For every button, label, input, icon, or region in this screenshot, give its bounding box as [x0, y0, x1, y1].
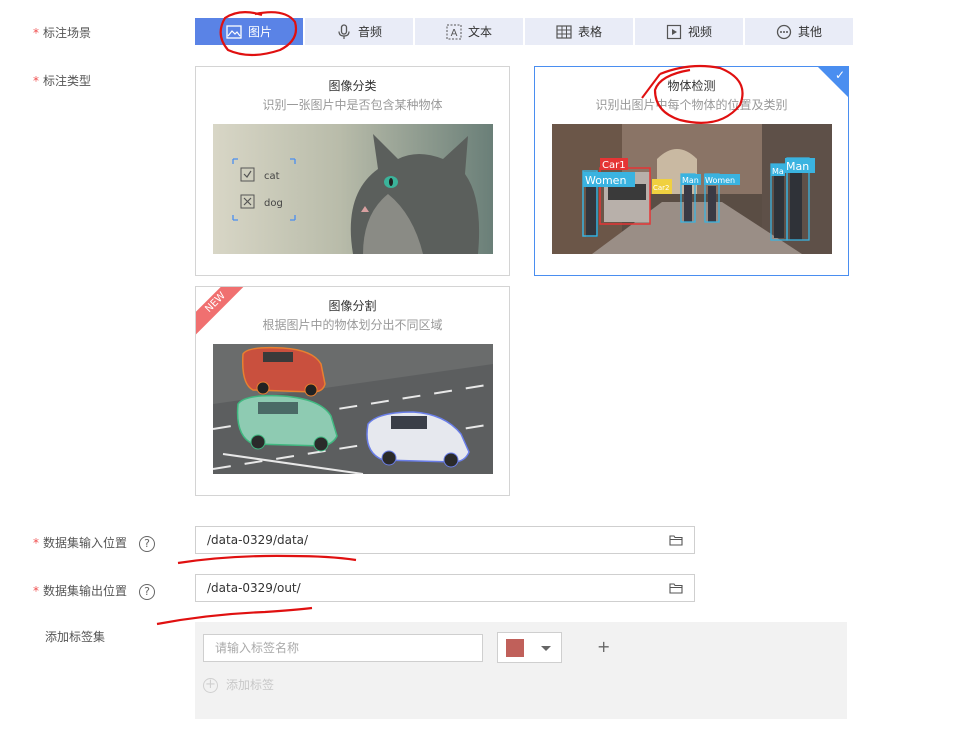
- tag-name-input[interactable]: 请输入标签名称: [203, 634, 483, 662]
- tab-video[interactable]: 视频: [635, 18, 743, 45]
- dataset-output-field[interactable]: /data-0329/out/: [195, 574, 695, 602]
- required-mark: *: [33, 584, 39, 598]
- dataset-input-value: /data-0329/data/: [207, 533, 309, 547]
- label-set-label-text: 添加标签集: [45, 630, 106, 644]
- tab-image-label: 图片: [247, 25, 272, 39]
- card-desc: 识别一张图片中是否包含某种物体: [262, 98, 443, 112]
- option-dog: dog: [264, 198, 283, 209]
- help-icon[interactable]: ?: [139, 535, 156, 552]
- dataset-output-value: /data-0329/out/: [207, 581, 301, 595]
- color-swatch: [506, 639, 524, 657]
- add-tag-label: 添加标签: [226, 678, 275, 692]
- tab-other[interactable]: 其他: [745, 18, 853, 45]
- card-desc: 根据图片中的物体划分出不同区域: [262, 318, 443, 332]
- card-desc: 识别出图片中每个物体的位置及类别: [595, 98, 788, 112]
- add-tag-button[interactable]: + 添加标签: [203, 676, 274, 694]
- help-icon[interactable]: ?: [139, 583, 156, 600]
- table-icon: [556, 24, 572, 39]
- tag-name-placeholder: 请输入标签名称: [215, 641, 300, 655]
- card-image-segmentation[interactable]: 图像分割 根据图片中的物体划分出不同区域 NEW: [195, 286, 510, 496]
- option-cat: cat: [264, 171, 280, 182]
- tab-audio-label: 音频: [357, 25, 382, 39]
- type-label: * 标注类型: [33, 72, 91, 90]
- dataset-output-label: * 数据集输出位置?: [33, 582, 156, 600]
- scene-label: * 标注场景: [33, 24, 91, 42]
- tab-audio[interactable]: 音频: [305, 18, 413, 45]
- required-mark: *: [33, 26, 39, 40]
- street-image: Car1 Women Car2 Man Women Ma Man: [552, 124, 832, 254]
- required-mark: *: [33, 74, 39, 88]
- add-tag-plus-button[interactable]: +: [597, 638, 610, 656]
- type-label-text: 标注类型: [43, 74, 92, 88]
- card-object-detection[interactable]: 物体检测 识别出图片中每个物体的位置及类别 Car1 Women Car2 Ma…: [534, 66, 849, 276]
- card-title: 图像分类: [328, 79, 377, 93]
- svg-text:A: A: [451, 28, 458, 39]
- required-mark: *: [33, 536, 39, 550]
- dataset-input-label: * 数据集输入位置?: [33, 534, 156, 552]
- more-icon: [776, 24, 792, 39]
- label-set-label: 添加标签集: [45, 628, 105, 646]
- label-set-panel: 请输入标签名称 + + 添加标签: [195, 622, 847, 719]
- tab-other-label: 其他: [797, 25, 822, 39]
- card-title: 物体检测: [667, 79, 716, 93]
- box-man2: Man: [786, 160, 809, 173]
- video-icon: [666, 24, 682, 39]
- tab-image[interactable]: 图片: [195, 18, 303, 45]
- tab-text[interactable]: A 文本: [415, 18, 523, 45]
- box-car1: Car1: [602, 160, 626, 171]
- color-picker[interactable]: [497, 632, 562, 663]
- tab-table[interactable]: 表格: [525, 18, 633, 45]
- dataset-input-field[interactable]: /data-0329/data/: [195, 526, 695, 554]
- image-icon: [226, 24, 242, 39]
- box-women1: Women: [585, 174, 626, 187]
- scene-label-text: 标注场景: [43, 26, 92, 40]
- dataset-output-label-text: 数据集输出位置: [43, 584, 128, 598]
- check-icon: ✓: [834, 68, 845, 82]
- tab-video-label: 视频: [687, 25, 712, 39]
- text-icon: A: [446, 24, 462, 39]
- microphone-icon: [338, 23, 350, 39]
- chevron-down-icon: [541, 646, 551, 651]
- cat-image: cat dog: [213, 124, 493, 254]
- plus-circle-icon: +: [203, 677, 218, 693]
- dataset-input-label-text: 数据集输入位置: [43, 536, 128, 550]
- box-car2: Car2: [653, 184, 670, 192]
- card-title: 图像分割: [328, 299, 377, 313]
- cars-image: [213, 344, 493, 474]
- scene-tabs: 图片 音频 A 文本 表格 视频 其他: [195, 18, 853, 45]
- box-women2: Women: [705, 176, 735, 185]
- box-ma: Ma: [772, 167, 784, 176]
- tab-text-label: 文本: [467, 25, 492, 39]
- folder-icon[interactable]: [669, 582, 683, 594]
- tab-table-label: 表格: [577, 25, 602, 39]
- box-man1: Man: [682, 176, 699, 185]
- card-image-classification[interactable]: 图像分类 识别一张图片中是否包含某种物体 cat dog: [195, 66, 510, 276]
- folder-icon[interactable]: [669, 534, 683, 546]
